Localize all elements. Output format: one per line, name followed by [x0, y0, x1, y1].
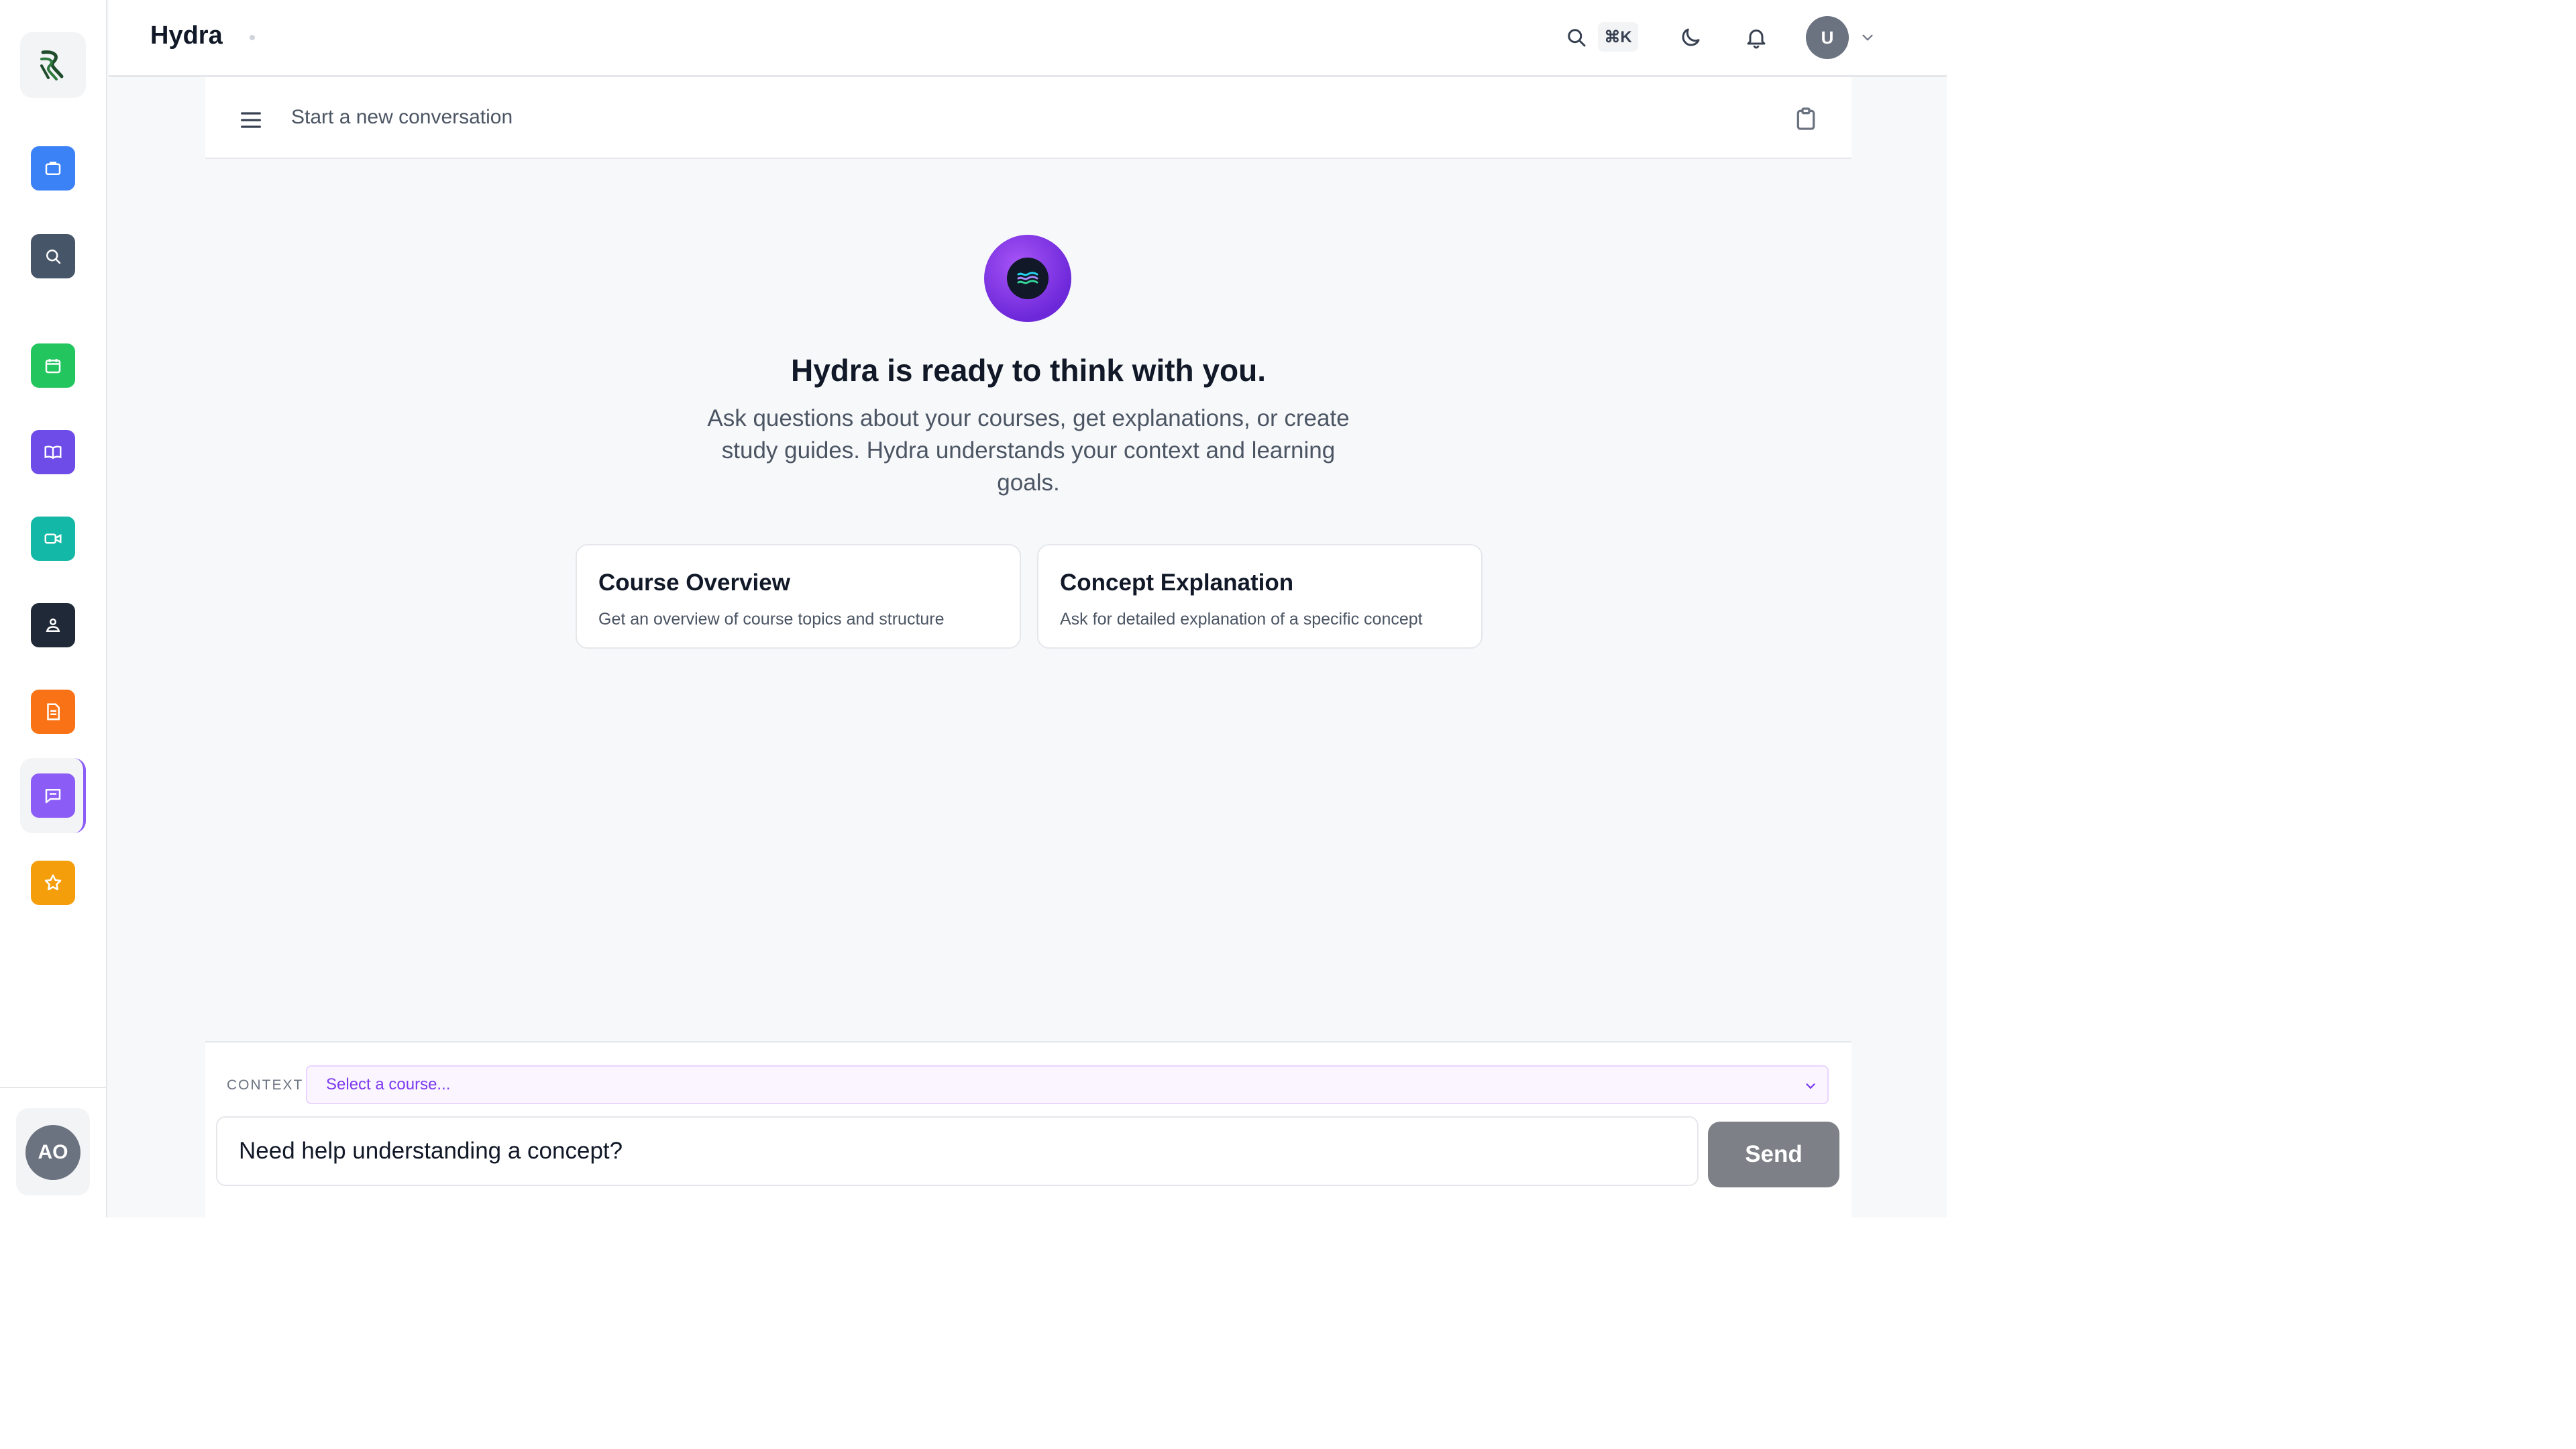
hydra-logo: [984, 235, 1071, 322]
card-title: Course Overview: [598, 570, 790, 596]
sidebar-item-chat[interactable]: [31, 773, 75, 818]
graduation-icon: [46, 619, 60, 632]
header-search-button[interactable]: [1562, 23, 1591, 52]
calendar-icon: [45, 359, 61, 374]
video-icon: [44, 533, 62, 544]
context-label: CONTEXT: [227, 1077, 304, 1093]
course-select-value: Select a course...: [326, 1075, 451, 1093]
status-dot: [250, 35, 255, 40]
header-user-avatar[interactable]: U: [1806, 16, 1849, 59]
conversation-title: Start a new conversation: [291, 106, 513, 128]
document-icon: [47, 703, 60, 720]
moon-icon: [1682, 28, 1700, 46]
search-shortcut-badge: ⌘K: [1598, 22, 1638, 52]
hydra-logo-inner: [1007, 258, 1049, 299]
card-title: Concept Explanation: [1060, 570, 1294, 596]
chat-panel: Start a new conversation Hydra is ready …: [205, 77, 1851, 1218]
notifications-button[interactable]: [1741, 23, 1771, 52]
user-menu-toggle[interactable]: [1856, 23, 1880, 52]
theme-toggle-button[interactable]: [1676, 23, 1705, 52]
logo-icon: [40, 50, 64, 80]
suggestion-card-course-overview[interactable]: Course Overview Get an overview of cours…: [576, 544, 1021, 649]
user-avatar[interactable]: AO: [25, 1125, 80, 1180]
clipboard-icon[interactable]: [1792, 105, 1819, 132]
sidebar-item-courses[interactable]: [31, 430, 75, 474]
sidebar-item-favorites[interactable]: [31, 861, 75, 905]
sidebar-item-calendar[interactable]: [31, 343, 75, 388]
message-input[interactable]: Need help understanding a concept?: [216, 1116, 1699, 1186]
briefcase-icon: [45, 162, 61, 175]
star-icon: [44, 874, 62, 891]
sidebar-item-video[interactable]: [31, 517, 75, 561]
sidebar-item-briefcase[interactable]: [31, 146, 75, 191]
app-logo[interactable]: [20, 32, 86, 98]
sidebar-item-search[interactable]: [31, 234, 75, 278]
chevron-down-icon: [1806, 1083, 1815, 1089]
menu-icon[interactable]: [237, 107, 264, 133]
book-icon: [44, 445, 62, 460]
sidebar-divider: [0, 1087, 107, 1088]
send-button[interactable]: Send: [1708, 1122, 1839, 1187]
conversation-topbar: Start a new conversation: [205, 77, 1851, 159]
search-icon: [46, 250, 61, 264]
sidebar-item-documents[interactable]: [31, 690, 75, 734]
composer: CONTEXT Select a course... Need help und…: [205, 1041, 1851, 1218]
sidebar-item-mentors[interactable]: [31, 603, 75, 647]
waves-icon: [1017, 272, 1038, 284]
hero-title: Hydra is ready to think with you.: [790, 353, 1266, 388]
chat-icon: [45, 789, 61, 804]
app-window: AO Hydra ⌘K U Start a new conversation H…: [0, 0, 1947, 1218]
page-title: Hydra: [150, 21, 223, 50]
bell-icon: [1747, 30, 1766, 49]
sidebar: AO: [0, 0, 107, 1218]
top-header: Hydra ⌘K U: [109, 0, 1947, 77]
chevron-down-icon: [1862, 34, 1873, 41]
suggestion-card-concept-explanation[interactable]: Concept Explanation Ask for detailed exp…: [1037, 544, 1483, 649]
card-description: Get an overview of course topics and str…: [598, 610, 945, 629]
search-icon: [1568, 29, 1586, 47]
card-description: Ask for detailed explanation of a specif…: [1060, 610, 1423, 629]
hero-subtitle: Ask questions about your courses, get ex…: [707, 405, 1350, 496]
course-select[interactable]: Select a course...: [306, 1065, 1829, 1104]
